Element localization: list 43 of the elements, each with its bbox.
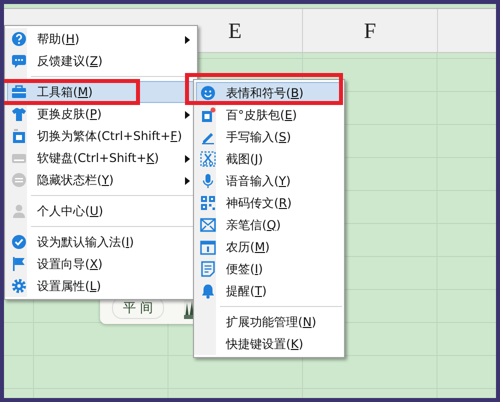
smiley-icon — [200, 85, 216, 101]
menu-item[interactable]: 提醒(T) — [196, 280, 342, 302]
menu-item[interactable]: 快捷键设置(K) — [196, 333, 342, 355]
bell-icon — [200, 283, 216, 299]
menu-item[interactable]: 设置属性(L) — [7, 275, 195, 297]
qr-code-icon — [200, 195, 216, 211]
menu-item[interactable]: 截图(J) — [196, 148, 342, 170]
column-header[interactable]: F — [303, 9, 438, 52]
menu-item[interactable]: 手写输入(S) — [196, 126, 342, 148]
menu-item[interactable]: 设为默认输入法(I) — [7, 231, 195, 253]
submenu-arrow-icon — [185, 111, 190, 119]
menu-item[interactable]: 切换为繁体(Ctrl+Shift+F) — [7, 125, 195, 147]
menu-item[interactable]: 更换皮肤(P) — [7, 103, 195, 125]
menu-item[interactable]: 软键盘(Ctrl+Shift+K) — [7, 147, 195, 169]
menu-item[interactable]: 农历(M) — [196, 236, 342, 258]
menu-item[interactable]: 神码传文(R) — [196, 192, 342, 214]
menu-item[interactable]: 个人中心(U) — [7, 200, 195, 222]
menu-item[interactable]: 便签(I) — [196, 258, 342, 280]
menu-item[interactable]: 设置向导(X) — [7, 253, 195, 275]
calendar-icon — [200, 239, 216, 255]
skin-pack-icon — [200, 107, 216, 123]
help-icon — [11, 31, 27, 47]
shirt-icon — [11, 106, 27, 122]
submenu-arrow-icon — [185, 36, 190, 44]
menu-item[interactable]: 反馈建议(Z) — [7, 50, 195, 72]
menu-item[interactable]: 亲笔信(Q) — [196, 214, 342, 236]
menu-circle-icon — [11, 172, 27, 188]
envelope-icon — [200, 217, 216, 233]
menu-item[interactable]: 语音输入(Y) — [196, 170, 342, 192]
menu-item[interactable]: 隐藏状态栏(Y) — [7, 169, 195, 191]
microphone-icon — [200, 173, 216, 189]
submenu-arrow-icon — [185, 177, 190, 185]
note-icon — [200, 261, 216, 277]
scissors-icon — [200, 151, 216, 167]
speech-bubble-icon — [11, 53, 27, 69]
person-icon — [11, 203, 27, 219]
menu-item[interactable]: 百°皮肤包(E) — [196, 104, 342, 126]
menu-item[interactable]: 扩展功能管理(N) — [196, 311, 342, 333]
toolbox-icon — [11, 84, 27, 100]
submenu-arrow-icon — [185, 155, 190, 163]
settings-icon — [11, 278, 27, 294]
checkmark-icon — [11, 234, 27, 250]
flag-icon — [11, 256, 27, 272]
